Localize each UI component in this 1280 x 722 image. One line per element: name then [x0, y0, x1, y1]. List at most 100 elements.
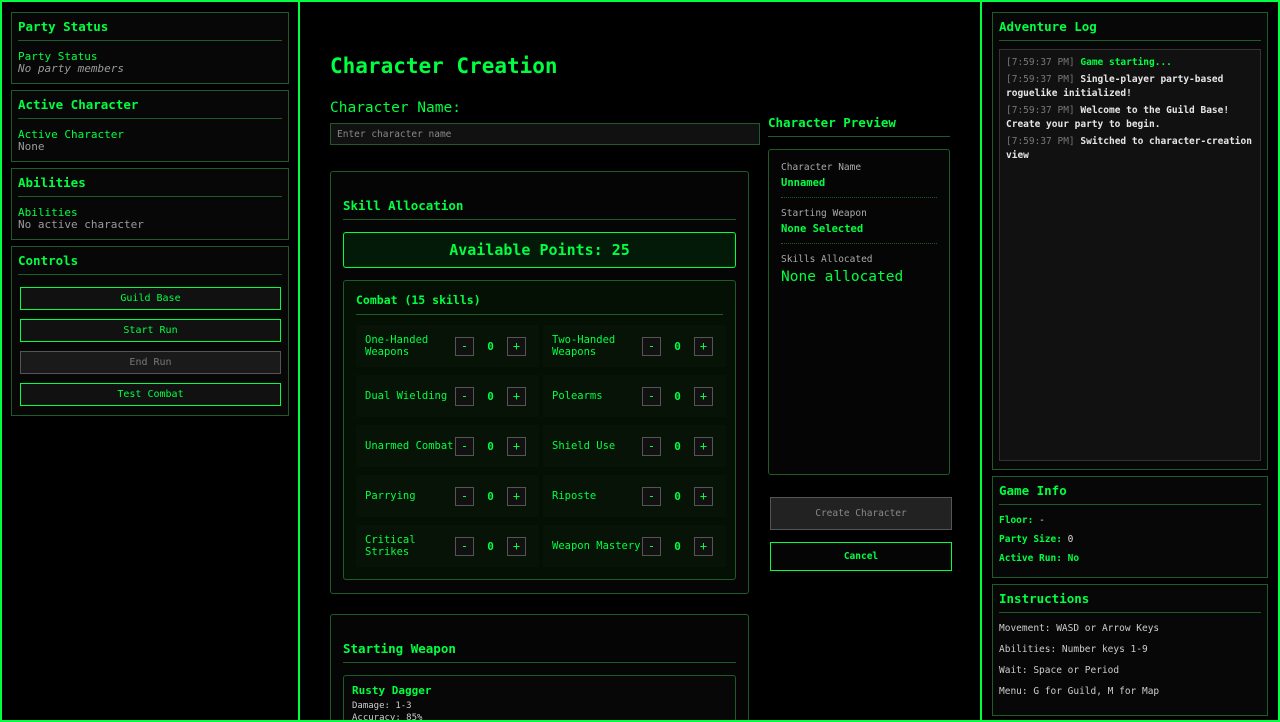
- available-points-badge: Available Points: 25: [343, 232, 736, 268]
- weapon-card-rusty-dagger[interactable]: Rusty Dagger Damage: 1-3 Accuracy: 85%: [343, 675, 736, 720]
- adventure-log-list[interactable]: [7:59:37 PM] Game starting... [7:59:37 PM…: [999, 49, 1261, 461]
- skill-counter: -0 +: [642, 386, 713, 406]
- skill-counter: -0 +: [642, 536, 713, 556]
- skill-name: Shield Use: [552, 440, 616, 452]
- increase-weapon-mastery-button[interactable]: +: [694, 536, 713, 556]
- log-timestamp: [7:59:37 PM]: [1006, 74, 1075, 85]
- skill-name: Unarmed Combat: [365, 440, 454, 452]
- active-run-label: Active Run:: [999, 553, 1062, 564]
- log-timestamp: [7:59:37 PM]: [1006, 136, 1075, 147]
- skill-name: Dual Wielding: [365, 390, 448, 402]
- party-status-title: Party Status: [18, 19, 282, 41]
- active-run-info: Active Run: No: [999, 553, 1261, 565]
- skill-name: Polearms: [552, 390, 603, 402]
- party-size-info: Party Size: 0: [999, 534, 1261, 546]
- decrease-polearms-button[interactable]: -: [642, 386, 661, 406]
- decrease-weapon-mastery-button[interactable]: -: [642, 536, 661, 556]
- decrease-dual-wielding-button[interactable]: -: [455, 386, 474, 406]
- preview-name-label: Character Name: [781, 162, 862, 173]
- preview-name-value: Unnamed: [781, 177, 826, 189]
- combat-skill-category[interactable]: Combat (15 skills) One-Handed Weapons -0 +…: [343, 280, 736, 580]
- decrease-parrying-button[interactable]: -: [455, 486, 474, 506]
- skill-row-shield-use: Shield Use -0 +: [543, 425, 726, 467]
- skill-counter: -0 +: [455, 386, 526, 406]
- skill-value: 0: [674, 539, 681, 553]
- increase-one-handed-weapons-button[interactable]: +: [507, 336, 526, 356]
- floor-info: Floor: -: [999, 515, 1261, 527]
- log-entry: [7:59:37 PM] Switched to character-creat…: [1006, 135, 1254, 163]
- skill-row-parrying: Parrying -0 +: [356, 475, 539, 517]
- increase-shield-use-button[interactable]: +: [694, 436, 713, 456]
- decrease-one-handed-weapons-button[interactable]: -: [455, 336, 474, 356]
- party-status-value: No party members: [18, 62, 124, 75]
- log-entry: [7:59:37 PM] Game starting...: [1006, 56, 1254, 70]
- start-run-button[interactable]: Start Run: [20, 319, 281, 342]
- skill-value: 0: [674, 339, 681, 353]
- preview-skills-label: Skills Allocated: [781, 254, 873, 265]
- skill-row-riposte: Riposte -0 +: [543, 475, 726, 517]
- skill-name: One-Handed Weapons: [365, 334, 429, 358]
- end-run-button[interactable]: End Run: [20, 351, 281, 374]
- skill-counter: -0 +: [642, 336, 713, 356]
- party-size-value: 0: [1067, 534, 1074, 545]
- increase-parrying-button[interactable]: +: [507, 486, 526, 506]
- decrease-two-handed-weapons-button[interactable]: -: [642, 336, 661, 356]
- adventure-log-panel: Adventure Log [7:59:37 PM] Game starting…: [992, 12, 1268, 470]
- active-character-title: Active Character: [18, 97, 282, 119]
- decrease-critical-strikes-button[interactable]: -: [455, 536, 474, 556]
- character-name-label: Character Name:: [330, 100, 461, 116]
- increase-riposte-button[interactable]: +: [694, 486, 713, 506]
- page-title: Character Creation: [330, 54, 558, 78]
- cancel-button[interactable]: Cancel: [770, 542, 952, 571]
- skill-row-two-handed-weapons: Two-Handed Weapons -0 +: [543, 325, 726, 367]
- skill-allocation-title: Skill Allocation: [343, 198, 736, 220]
- skill-row-dual-wielding: Dual Wielding -0 +: [356, 375, 539, 417]
- skill-value: 0: [487, 539, 494, 553]
- log-entry: [7:59:37 PM] Welcome to the Guild Base! …: [1006, 104, 1254, 132]
- instruction-abilities: Abilities: Number keys 1-9: [999, 644, 1148, 655]
- increase-two-handed-weapons-button[interactable]: +: [694, 336, 713, 356]
- floor-value: -: [1039, 515, 1045, 526]
- log-timestamp: [7:59:37 PM]: [1006, 57, 1075, 68]
- skill-counter: -0 +: [455, 336, 526, 356]
- guild-base-button[interactable]: Guild Base: [20, 287, 281, 310]
- increase-unarmed-combat-button[interactable]: +: [507, 436, 526, 456]
- skill-row-polearms: Polearms -0 +: [543, 375, 726, 417]
- floor-label: Floor:: [999, 515, 1034, 526]
- preview-name-row: Character Name Unnamed: [781, 160, 937, 198]
- active-character-label: Active Character: [18, 128, 124, 141]
- character-name-input[interactable]: [330, 123, 760, 145]
- decrease-riposte-button[interactable]: -: [642, 486, 661, 506]
- increase-critical-strikes-button[interactable]: +: [507, 536, 526, 556]
- preview-weapon-value: None Selected: [781, 223, 864, 235]
- create-character-button[interactable]: Create Character: [770, 497, 952, 530]
- skill-name: Two-Handed Weapons: [552, 334, 616, 358]
- preview-weapon-row: Starting Weapon None Selected: [781, 206, 937, 244]
- abilities-title: Abilities: [18, 175, 282, 197]
- preview-weapon-label: Starting Weapon: [781, 208, 867, 219]
- combat-category-header: Combat (15 skills): [356, 281, 723, 315]
- increase-polearms-button[interactable]: +: [694, 386, 713, 406]
- character-preview-title: Character Preview: [768, 115, 950, 137]
- test-combat-button[interactable]: Test Combat: [20, 383, 281, 406]
- active-character-panel: Active Character Active Character None: [11, 90, 289, 162]
- weapon-name: Rusty Dagger: [352, 684, 432, 697]
- controls-title: Controls: [18, 253, 282, 275]
- increase-dual-wielding-button[interactable]: +: [507, 386, 526, 406]
- skill-value: 0: [487, 489, 494, 503]
- active-run-value: No: [1067, 553, 1080, 564]
- weapon-damage: Damage: 1-3: [352, 701, 412, 711]
- log-text: Game starting...: [1080, 57, 1172, 68]
- skill-name: Riposte: [552, 490, 597, 502]
- instructions-title: Instructions: [999, 591, 1261, 613]
- skill-value: 0: [487, 389, 494, 403]
- decrease-shield-use-button[interactable]: -: [642, 436, 661, 456]
- instruction-menu: Menu: G for Guild, M for Map: [999, 686, 1160, 697]
- starting-weapon-section: Starting Weapon Rusty Dagger Damage: 1-3…: [330, 614, 749, 720]
- decrease-unarmed-combat-button[interactable]: -: [455, 436, 474, 456]
- abilities-panel: Abilities Abilities No active character: [11, 168, 289, 240]
- skill-counter: -0 +: [455, 436, 526, 456]
- skill-name: Weapon Mastery: [552, 540, 641, 552]
- skill-value: 0: [487, 339, 494, 353]
- left-sidebar: Party Status Party Status No party membe…: [0, 0, 300, 722]
